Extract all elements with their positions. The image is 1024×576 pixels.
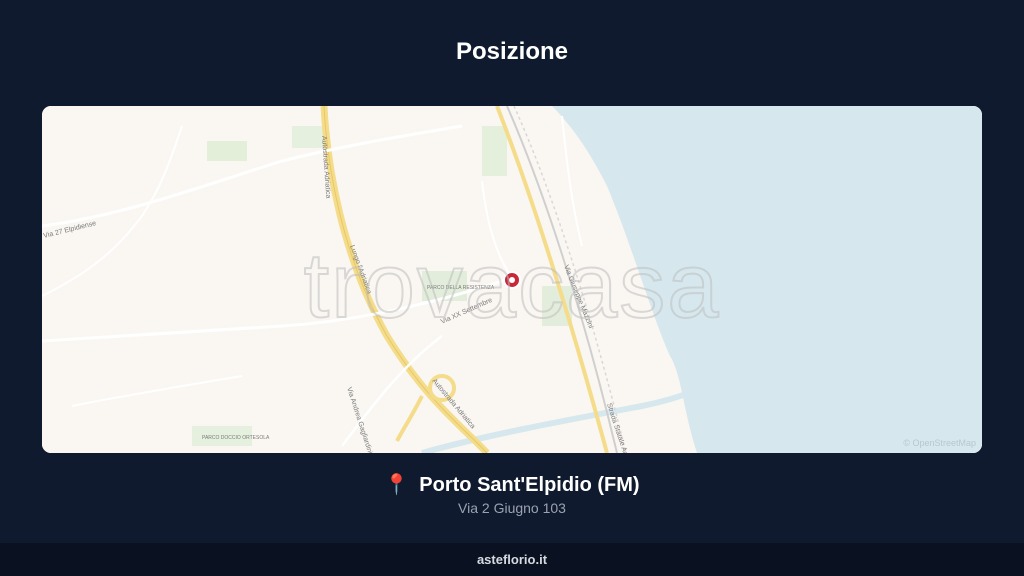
pushpin-icon: 📍 — [384, 474, 410, 496]
watermark-logo: trovacasa — [303, 234, 721, 338]
map-attribution[interactable]: © OpenStreetMap — [903, 438, 976, 448]
city-name: Porto Sant'Elpidio (FM) — [419, 474, 640, 496]
map-view[interactable]: Via XX Settembre Via Giuseppe Mazzini Au… — [42, 106, 982, 453]
location-heading: 📍 Porto Sant'Elpidio (FM) — [0, 472, 1024, 497]
footer-site[interactable]: asteflorio.it — [0, 543, 1024, 576]
page-title: Posizione — [455, 38, 569, 65]
street-address: Via 2 Giugno 103 — [458, 500, 566, 516]
parco-ortesola-label: PARCO DOCCIO ORTESOLA — [202, 435, 270, 441]
